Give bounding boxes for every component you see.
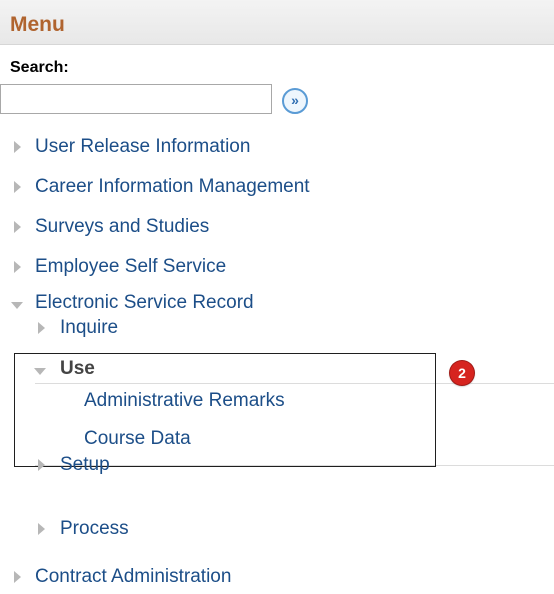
- search-label: Search:: [10, 59, 69, 76]
- menu-header: Menu: [0, 0, 554, 45]
- collapsed-arrow-icon[interactable]: [38, 322, 45, 334]
- collapsed-arrow-icon[interactable]: [38, 459, 45, 471]
- search-go-button[interactable]: »: [282, 88, 308, 114]
- collapsed-arrow-icon[interactable]: [14, 261, 21, 273]
- menu-item-setup[interactable]: Setup: [60, 454, 110, 476]
- menu-title: Menu: [10, 13, 65, 36]
- menu-item-career-information-management[interactable]: Career Information Management: [35, 176, 310, 198]
- double-chevron-right-icon: »: [291, 92, 299, 108]
- menu-item-inquire[interactable]: Inquire: [60, 317, 118, 339]
- menu-item-electronic-service-record[interactable]: Electronic Service Record: [35, 292, 254, 314]
- menu-item-surveys-and-studies[interactable]: Surveys and Studies: [35, 216, 209, 238]
- menu-item-contract-administration[interactable]: Contract Administration: [35, 566, 231, 588]
- menu-item-user-release-information[interactable]: User Release Information: [35, 136, 250, 158]
- collapsed-arrow-icon[interactable]: [14, 221, 21, 233]
- step-badge: 2: [450, 361, 474, 385]
- menu-item-employee-self-service[interactable]: Employee Self Service: [35, 256, 226, 278]
- search-input[interactable]: [0, 84, 272, 114]
- highlight-box: [14, 353, 436, 467]
- expanded-arrow-icon[interactable]: [11, 302, 23, 309]
- collapsed-arrow-icon[interactable]: [38, 523, 45, 535]
- collapsed-arrow-icon[interactable]: [14, 141, 21, 153]
- menu-item-process[interactable]: Process: [60, 518, 129, 540]
- collapsed-arrow-icon[interactable]: [14, 571, 21, 583]
- collapsed-arrow-icon[interactable]: [14, 181, 21, 193]
